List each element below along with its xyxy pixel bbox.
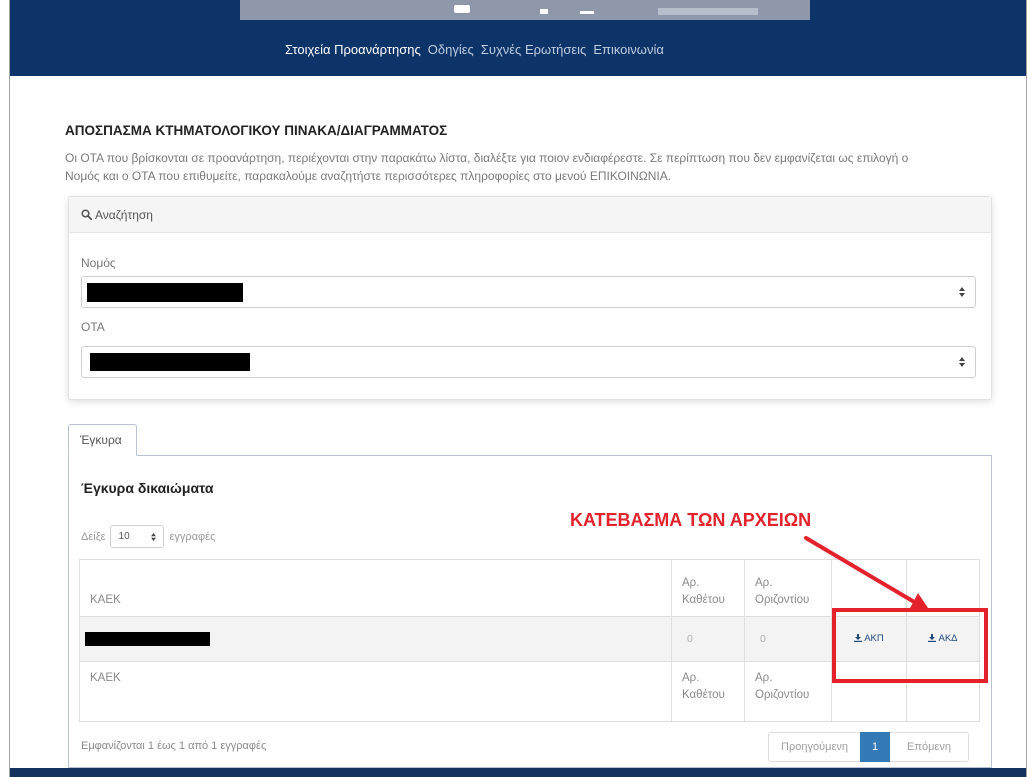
logo-graphic (454, 5, 470, 13)
pagination: Προηγούμενη 1 Επόμενη (768, 732, 969, 762)
nav-link-faq[interactable]: Συχνές Ερωτήσεις (481, 42, 587, 58)
frame-right-border (1026, 0, 1027, 777)
main-nav: Στοιχεία Προανάρτησης Οδηγίες Συχνές Ερω… (285, 42, 664, 58)
redacted-kaek-value (85, 632, 210, 646)
pagination-next-button[interactable]: Επόμενη (889, 732, 969, 762)
page-title: ΑΠΟΣΠΑΣΜΑ ΚΤΗΜΑΤΟΛΟΓΙΚΟΥ ΠΙΝΑΚΑ/ΔΙΑΓΡΑΜΜ… (65, 123, 448, 138)
kaek-cell (79, 616, 672, 662)
logo-graphic (540, 9, 548, 14)
search-panel: Αναζήτηση Νομός ΟΤΑ (68, 196, 992, 400)
search-panel-title: Αναζήτηση (95, 207, 153, 222)
tab-valid[interactable]: Έγκυρα (68, 424, 137, 456)
column-footer-horizontal-number: Αρ. Οριζοντίου (744, 661, 832, 722)
column-footer-download-akd (906, 661, 980, 722)
table-footer-row: ΚΑΕΚ Αρ. Καθέτου Αρ. Οριζοντίου (79, 661, 980, 722)
nav-link-instructions[interactable]: Οδηγίες (428, 42, 474, 58)
select-caret-icon (959, 287, 965, 297)
pagination-previous-button[interactable]: Προηγούμενη (768, 732, 861, 762)
tab-content-valid: Έγκυρα δικαιώματα Δείξε 10 εγγραφές ΚΑΕΚ… (68, 455, 992, 768)
logo-graphic (580, 11, 594, 14)
horizontal-number-cell: 0 (744, 616, 832, 662)
download-icon (928, 634, 937, 643)
valid-rights-heading: Έγκυρα δικαιώματα (81, 480, 214, 496)
municipality-select[interactable] (81, 346, 976, 378)
column-header-download-akd (906, 559, 980, 617)
column-header-kaek: ΚΑΕΚ (79, 559, 672, 617)
site-footer-strip (10, 768, 1026, 777)
page-length-suffix: εγγραφές (169, 530, 216, 543)
column-footer-kaek: ΚΑΕΚ (79, 661, 672, 722)
annotation-download-text: ΚΑΤΕΒΑΣΜΑ ΤΩΝ ΑΡΧΕΙΩΝ (570, 510, 812, 530)
search-panel-heading: Αναζήτηση (69, 197, 991, 233)
intro-line: Οι ΟΤΑ που βρίσκονται σε προανάρτηση, πε… (65, 151, 909, 165)
screenshot-page: Στοιχεία Προανάρτησης Οδηγίες Συχνές Ερω… (0, 0, 1034, 777)
page-length-prefix: Δείξε (81, 530, 106, 543)
download-akd-link[interactable]: ΑΚΔ (928, 630, 958, 647)
download-icon (854, 634, 863, 643)
intro-line: Νομός και ο ΟΤΑ που επιθυμείτε, παρακαλο… (65, 169, 672, 183)
page-length-select[interactable]: 10 (109, 525, 164, 548)
table-info: Εμφανίζονται 1 έως 1 από 1 εγγραφές (81, 740, 267, 752)
site-header: Στοιχεία Προανάρτησης Οδηγίες Συχνές Ερω… (10, 0, 1026, 76)
column-header-download-akp (831, 559, 907, 617)
nav-link-contact[interactable]: Επικοινωνία (593, 42, 664, 58)
column-footer-download-akp (831, 661, 907, 722)
redacted-municipality-value (90, 353, 250, 371)
table-row: 0 0 ΑΚΠ ΑΚΔ (79, 616, 980, 662)
download-akd-cell: ΑΚΔ (906, 616, 980, 662)
select-caret-icon (150, 532, 156, 541)
column-header-vertical-number: Αρ. Καθέτου (671, 559, 745, 617)
download-akp-link[interactable]: ΑΚΠ (854, 630, 884, 647)
prefecture-select[interactable] (81, 276, 976, 308)
column-header-horizontal-number: Αρ. Οριζοντίου (744, 559, 832, 617)
select-caret-icon (959, 357, 965, 367)
table-header-row: ΚΑΕΚ Αρ. Καθέτου Αρ. Οριζοντίου (79, 559, 980, 617)
header-logo-banner (240, 0, 810, 20)
download-akp-cell: ΑΚΠ (831, 616, 907, 662)
column-footer-vertical-number: Αρ. Καθέτου (671, 661, 745, 722)
logo-graphic (658, 8, 758, 15)
nav-link-preposting-info[interactable]: Στοιχεία Προανάρτησης (285, 42, 421, 58)
search-icon (81, 209, 92, 220)
download-akd-label: ΑΚΔ (938, 632, 958, 644)
intro-text: Οι ΟΤΑ που βρίσκονται σε προανάρτηση, πε… (65, 149, 908, 185)
page-length-control: Δείξε 10 εγγραφές (81, 525, 215, 548)
vertical-number-cell: 0 (671, 616, 745, 662)
redacted-prefecture-value (87, 283, 243, 302)
page-length-value: 10 (118, 531, 130, 542)
prefecture-label: Νομός (81, 256, 116, 270)
municipality-label: ΟΤΑ (81, 320, 105, 334)
frame-left-border (9, 0, 10, 777)
download-akp-label: ΑΚΠ (864, 632, 884, 644)
pagination-page-button[interactable]: 1 (860, 732, 890, 762)
rights-table: ΚΑΕΚ Αρ. Καθέτου Αρ. Οριζοντίου 0 0 ΑΚΠ … (79, 559, 980, 722)
